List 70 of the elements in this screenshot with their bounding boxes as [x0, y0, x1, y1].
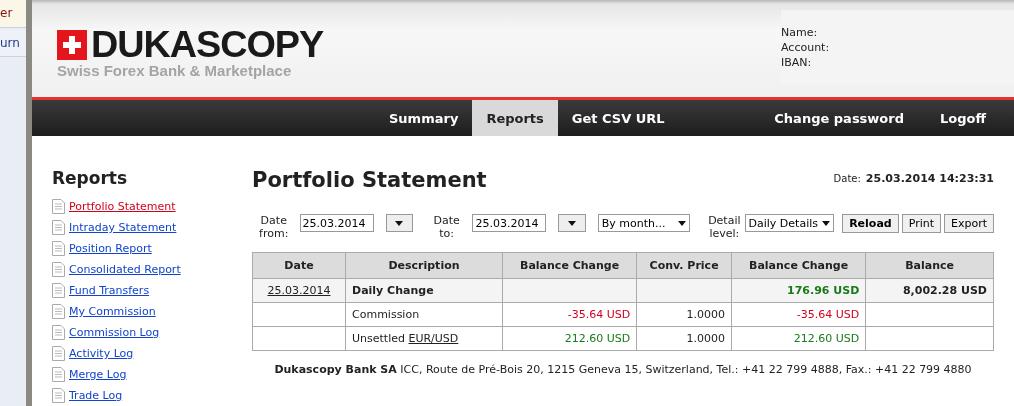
table-cell: 176.96 USD [731, 278, 866, 303]
report-link[interactable]: Portfolio Statement [69, 200, 176, 213]
logo-name: DUKASCOPY [91, 30, 324, 60]
document-icon [52, 199, 65, 214]
caret-icon [678, 220, 687, 226]
column-header: Date [252, 252, 346, 279]
action-button[interactable]: Print [901, 214, 941, 233]
instrument-link[interactable]: EUR/USD [408, 332, 459, 345]
date-field[interactable]: 25.03.2014 [472, 214, 547, 232]
table-cell: -35.64 USD [502, 302, 637, 327]
table-cell: 1.0000 [636, 302, 732, 327]
detail-select[interactable]: Daily Details [744, 214, 835, 232]
document-icon [52, 304, 65, 319]
date-label: Date: [833, 173, 861, 184]
filter-label: Date from: [258, 214, 290, 240]
calendar-button[interactable] [385, 214, 413, 232]
sidebar-title: Reports [52, 168, 129, 188]
bank-address: Dukascopy Bank SA ICC, Route de Pré-Bois 20, 1215 Geneva 15, Switzerland, Tel.: +41 22 799 4888, Fax.: +41 22 799 4880 [273, 363, 973, 376]
document-icon [52, 367, 65, 382]
account-label: Name: [781, 26, 819, 39]
report-link[interactable]: Fund Transfers [69, 284, 150, 297]
table-cell: 8,002.28 USD [865, 278, 994, 303]
caret-icon [395, 220, 404, 226]
nav-tab[interactable]: Summary [375, 100, 473, 136]
date-value: 25.03.2014 14:23:31 [865, 172, 994, 185]
action-button[interactable]: Export [944, 214, 994, 233]
nav-tab[interactable]: Reports [472, 100, 558, 136]
table-cell: 212.60 USD [502, 326, 637, 351]
caret-icon [568, 220, 577, 226]
document-icon [52, 241, 65, 256]
document-icon [52, 283, 65, 298]
filter-label: Detail level: [708, 214, 741, 240]
caret-icon [822, 220, 831, 226]
date-field[interactable]: 25.03.2014 [299, 214, 374, 232]
account-label: IBAN: [781, 56, 813, 69]
table-cell: Daily Change [345, 278, 503, 303]
page-title: Portfolio Statement [252, 168, 487, 192]
swiss-cross-icon [57, 30, 87, 60]
report-link[interactable]: Activity Log [69, 347, 134, 360]
account-label: Account: [781, 41, 831, 54]
period-select[interactable]: By month... [597, 214, 691, 232]
report-link[interactable]: Position Report [69, 242, 152, 255]
table-cell: -35.64 USD [731, 302, 866, 327]
table-cell: Unsettled EUR/USD [345, 326, 503, 351]
column-header: Balance Change [502, 252, 637, 279]
document-icon [52, 346, 65, 361]
report-link[interactable]: My Commission [69, 305, 156, 318]
nav-tab[interactable]: Get CSV URL [557, 100, 679, 136]
report-link[interactable]: Trade Log [69, 389, 123, 402]
report-link[interactable]: Merge Log [69, 368, 127, 381]
document-icon [52, 262, 65, 277]
document-icon [52, 388, 65, 403]
document-icon [52, 325, 65, 340]
nav-tab[interactable]: Logoff [926, 100, 1000, 136]
nav-tab[interactable]: Change password [760, 100, 918, 136]
document-icon [52, 220, 65, 235]
table-cell: 1.0000 [636, 326, 732, 351]
logo-tagline: Swiss Forex Bank & Marketplace [57, 62, 293, 79]
table-cell: Commission [345, 302, 503, 327]
report-link[interactable]: Consolidated Report [69, 263, 181, 276]
column-header: Balance Change [731, 252, 866, 279]
column-header: Balance [865, 252, 994, 279]
report-link[interactable]: Intraday Statement [69, 221, 177, 234]
column-header: Conv. Price [636, 252, 732, 279]
action-button[interactable]: Reload [842, 214, 899, 233]
table-cell: 212.60 USD [731, 326, 866, 351]
report-link[interactable]: Commission Log [69, 326, 160, 339]
column-header: Description [345, 252, 503, 279]
calendar-button[interactable] [558, 214, 586, 232]
filter-label: Date to: [432, 214, 461, 240]
